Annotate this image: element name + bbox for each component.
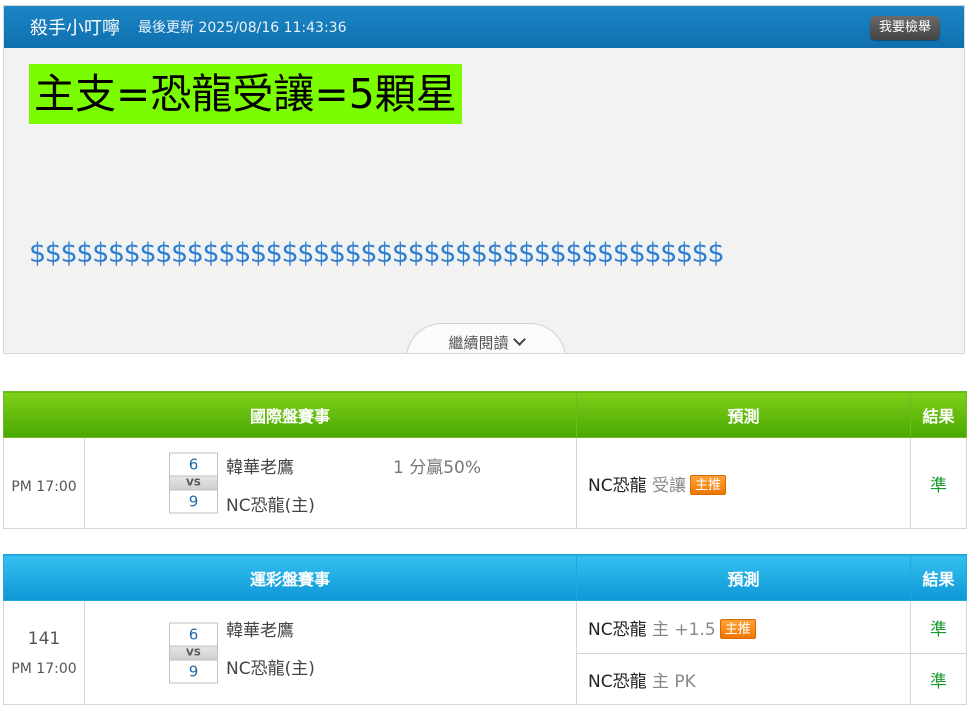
- header-prediction: 預測: [576, 391, 912, 438]
- table-row: PM 17:00 6 VS 9 韓華老鷹 NC恐龍(主) 1 分贏50% NC恐…: [3, 437, 968, 529]
- home-team: NC恐龍(主): [226, 659, 315, 679]
- top-pick-badge: 主推: [719, 618, 756, 639]
- prediction-team: NC恐龍: [588, 671, 647, 692]
- header-result: 結果: [910, 554, 968, 601]
- vs-label: VS: [169, 646, 218, 659]
- scoreboard: 6 VS 9: [169, 452, 218, 514]
- home-score: 9: [169, 659, 218, 683]
- article-body-text: $$$$$$$$$$$$$$$$$$$$$$$$$$$$$$$$$$$$$$$$…: [29, 238, 725, 269]
- read-more-label: 繼續閱讀: [448, 334, 509, 352]
- game-number: 141: [27, 628, 61, 649]
- table-header-row: 國際盤賽事 預測 結果: [2, 391, 968, 438]
- handicap-odds: 1 分贏50%: [393, 458, 482, 478]
- prediction-cell: NC恐龍 主 +1.5 主推: [576, 600, 912, 654]
- game-time: PM 17:00: [3, 437, 85, 529]
- prediction-cell: NC恐龍 受讓 主推: [576, 437, 912, 529]
- article-header: 殺手小叮嚀 最後更新 2025/08/16 11:43:36 我要檢舉: [4, 6, 964, 48]
- prediction-type: 主 PK: [652, 671, 696, 692]
- header-result: 結果: [910, 391, 968, 438]
- updated-time: 2025/08/16 11:43:36: [198, 20, 347, 36]
- home-team: NC恐龍(主): [226, 496, 315, 516]
- sports-lottery-odds-table: 運彩盤賽事 預測 結果 141 PM 17:00 6 VS 9 韓華老鷹 NC恐…: [2, 554, 968, 705]
- prediction-team: NC恐龍: [588, 619, 647, 640]
- author-name[interactable]: 殺手小叮嚀: [30, 14, 120, 40]
- game-info-cell: 141 PM 17:00: [3, 600, 85, 705]
- match-cell: 6 VS 9 韓華老鷹 NC恐龍(主): [83, 600, 578, 705]
- article-card: 殺手小叮嚀 最後更新 2025/08/16 11:43:36 我要檢舉 主支=恐…: [3, 5, 965, 354]
- result-value: 準: [910, 653, 968, 705]
- top-pick-badge: 主推: [690, 474, 727, 495]
- away-team: 韓華老鷹: [226, 621, 294, 641]
- updated-label: 最後更新: [138, 20, 194, 36]
- away-team: 韓華老鷹: [226, 458, 294, 478]
- international-odds-table: 國際盤賽事 預測 結果 PM 17:00 6 VS 9 韓華老鷹 NC恐龍(主)…: [2, 391, 968, 529]
- header-match: 國際盤賽事: [2, 391, 578, 438]
- last-updated: 最後更新 2025/08/16 11:43:36: [138, 17, 346, 37]
- report-button[interactable]: 我要檢舉: [869, 16, 940, 40]
- table-header-row: 運彩盤賽事 預測 結果: [2, 554, 968, 601]
- away-score: 6: [169, 452, 218, 477]
- header-match: 運彩盤賽事: [2, 554, 578, 601]
- prediction-type: 受讓: [652, 475, 687, 496]
- prediction-cell: NC恐龍 主 PK: [576, 653, 912, 705]
- vs-label: VS: [169, 476, 218, 490]
- match-cell: 6 VS 9 韓華老鷹 NC恐龍(主) 1 分贏50%: [83, 437, 578, 529]
- article-headline: 主支=恐龍受讓=5顆星: [29, 64, 462, 124]
- game-time: PM 17:00: [11, 660, 77, 677]
- scoreboard: 6 VS 9: [169, 622, 218, 683]
- table-row: 141 PM 17:00 6 VS 9 韓華老鷹 NC恐龍(主) NC恐龍 主 …: [3, 600, 968, 705]
- home-score: 9: [169, 489, 218, 514]
- result-value: 準: [910, 437, 968, 529]
- chevron-down-icon: [512, 333, 526, 346]
- read-more-button[interactable]: 繼續閱讀: [406, 323, 566, 353]
- result-value: 準: [910, 600, 968, 654]
- prediction-type: 主 +1.5: [652, 619, 716, 640]
- header-prediction: 預測: [576, 554, 912, 601]
- away-score: 6: [169, 622, 218, 646]
- prediction-team: NC恐龍: [588, 475, 647, 496]
